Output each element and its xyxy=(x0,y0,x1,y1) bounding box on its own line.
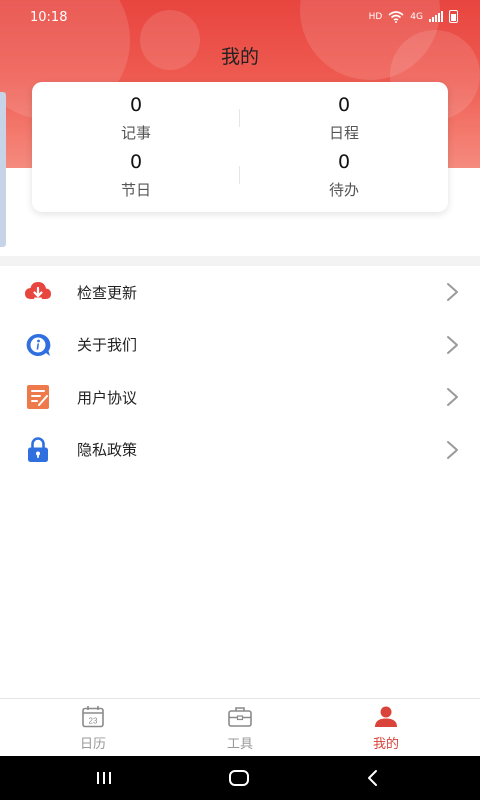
stat-value: 0 xyxy=(129,94,143,116)
stat-schedule[interactable]: 0 日程 xyxy=(240,94,448,143)
chevron-right-icon xyxy=(447,388,458,406)
menu-item-user-agreement[interactable]: 用户协议 xyxy=(0,371,480,424)
menu-item-label: 用户协议 xyxy=(77,388,138,407)
status-time: 10:18 xyxy=(30,10,68,25)
stat-label: 节日 xyxy=(120,181,151,199)
stat-value: 0 xyxy=(129,151,143,173)
recent-apps-icon[interactable] xyxy=(94,770,114,786)
status-icons: HD 4G xyxy=(369,10,458,23)
signal-icon xyxy=(429,11,443,22)
menu-item-label: 隐私政策 xyxy=(77,441,138,460)
network-type: 4G xyxy=(410,11,423,22)
stat-value: 0 xyxy=(337,94,351,116)
cloud-download-icon xyxy=(25,282,51,300)
system-navigation-bar xyxy=(0,756,480,800)
calendar-icon-day: 23 xyxy=(89,717,98,726)
nav-label: 日历 xyxy=(79,737,106,752)
menu-item-privacy-policy[interactable]: 隐私政策 xyxy=(0,424,480,477)
toolbox-icon xyxy=(228,707,252,727)
chevron-right-icon xyxy=(447,335,458,354)
stat-notes[interactable]: 0 记事 xyxy=(32,94,240,143)
nav-tab-tools[interactable]: 工具 xyxy=(200,705,280,752)
battery-icon xyxy=(449,10,458,23)
hd-indicator: HD xyxy=(368,11,383,22)
nav-tab-calendar[interactable]: 23 日历 xyxy=(53,705,133,752)
chevron-right-icon xyxy=(447,283,458,301)
info-icon xyxy=(26,333,51,356)
stat-todo[interactable]: 0 待办 xyxy=(240,151,448,200)
nav-label: 工具 xyxy=(226,737,253,752)
menu-item-check-update[interactable]: 检查更新 xyxy=(0,266,480,319)
menu-item-about-us[interactable]: 关于我们 xyxy=(0,319,480,372)
stats-card: 0 记事 0 日程 0 节日 0 待办 xyxy=(32,82,448,212)
divider xyxy=(239,109,240,127)
bottom-navigation: 23 日历 工具 我的 xyxy=(0,698,480,756)
nav-tab-mine[interactable]: 我的 xyxy=(346,705,426,752)
home-icon[interactable] xyxy=(228,768,250,788)
chevron-right-icon xyxy=(447,440,458,459)
calendar-icon: 23 xyxy=(82,706,104,728)
status-bar: 10:18 HD 4G xyxy=(0,0,480,36)
menu-item-label: 关于我们 xyxy=(77,336,138,355)
stat-label: 日程 xyxy=(328,124,359,142)
lock-icon xyxy=(28,436,48,462)
stat-festivals[interactable]: 0 节日 xyxy=(32,151,240,200)
page-title: 我的 xyxy=(220,46,259,68)
stat-label: 记事 xyxy=(120,124,151,142)
side-drawer-handle[interactable] xyxy=(0,92,6,247)
back-icon[interactable] xyxy=(365,768,381,788)
stat-value: 0 xyxy=(337,151,351,173)
wifi-icon xyxy=(388,10,404,23)
settings-menu: 检查更新 关于我们 用户协议 隐私政策 xyxy=(0,266,480,476)
stat-label: 待办 xyxy=(328,181,359,199)
divider xyxy=(239,166,240,184)
person-icon xyxy=(375,706,397,727)
section-divider xyxy=(0,256,480,266)
nav-label: 我的 xyxy=(372,737,399,752)
document-edit-icon xyxy=(27,385,49,409)
menu-item-label: 检查更新 xyxy=(77,283,138,302)
